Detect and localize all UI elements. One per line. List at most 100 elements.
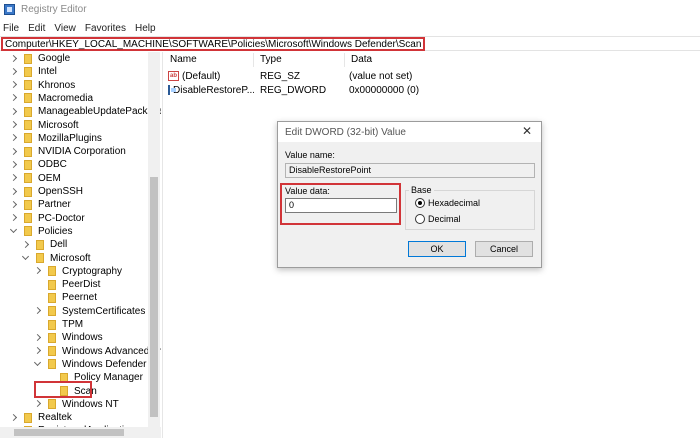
tree-item[interactable]: TPM	[34, 318, 83, 331]
tree-item[interactable]: Microsoft	[22, 252, 91, 265]
tree-item[interactable]: OEM	[10, 172, 61, 185]
folder-icon	[24, 199, 32, 210]
menu-file[interactable]: File	[3, 23, 19, 34]
tree-item[interactable]: Windows Advanced Th	[34, 345, 161, 358]
folder-icon	[24, 120, 32, 130]
ok-button[interactable]: OK	[408, 241, 466, 257]
folder-icon	[24, 213, 32, 224]
column-header-name[interactable]: Name	[164, 53, 254, 67]
tree-item[interactable]: Windows Defender	[34, 358, 146, 371]
chevron-right-icon[interactable]	[10, 414, 18, 422]
chevron-down-icon[interactable]	[10, 227, 18, 235]
value-row[interactable]: ab (Default) REG_SZ (value not set)	[164, 69, 545, 83]
hexadecimal-radio[interactable]: Hexadecimal	[415, 198, 480, 208]
chevron-right-icon[interactable]	[34, 267, 42, 275]
tree-item[interactable]: Peernet	[34, 291, 97, 304]
menu-edit[interactable]: Edit	[28, 23, 45, 34]
tree-item[interactable]: MozillaPlugins	[10, 132, 102, 145]
chevron-right-icon[interactable]	[34, 334, 42, 342]
value-type: REG_SZ	[260, 70, 301, 82]
tree-item[interactable]: Cryptography	[34, 265, 122, 278]
tree-item[interactable]: SystemCertificates	[34, 305, 145, 318]
folder-icon	[24, 186, 32, 197]
tree-item[interactable]: Realtek	[10, 411, 72, 424]
tree-item-label: Dell	[50, 239, 68, 251]
decimal-label: Decimal	[428, 214, 461, 224]
chevron-right-icon[interactable]	[22, 241, 30, 249]
tree-item[interactable]: OpenSSH	[10, 185, 83, 198]
chevron-right-icon[interactable]	[10, 81, 18, 89]
tree-item-label: Macromedia	[38, 92, 94, 104]
chevron-right-icon[interactable]	[10, 161, 18, 169]
tree-item[interactable]: Policies	[10, 225, 72, 238]
tree-item[interactable]: Partner	[10, 198, 71, 211]
tree-item[interactable]: Windows	[34, 331, 103, 344]
tree-item[interactable]: Microsoft	[10, 119, 79, 132]
chevron-right-icon[interactable]	[10, 134, 18, 142]
tree-item[interactable]: ODBC	[10, 158, 67, 171]
tree-item-label: SystemCertificates	[62, 305, 146, 317]
decimal-radio[interactable]: Decimal	[415, 214, 461, 224]
tree-item[interactable]: PeerDist	[34, 278, 100, 291]
chevron-right-icon[interactable]	[10, 214, 18, 222]
tree-item[interactable]: Dell	[22, 238, 67, 251]
chevron-right-icon[interactable]	[34, 347, 42, 355]
chevron-down-icon[interactable]	[22, 254, 30, 262]
menu-help[interactable]: Help	[135, 23, 156, 34]
tree-item[interactable]: PC-Doctor	[10, 212, 85, 225]
folder-icon	[36, 253, 44, 263]
chevron-right-icon[interactable]	[34, 400, 42, 408]
tree-item-label: PeerDist	[62, 279, 101, 291]
binary-value-icon	[168, 85, 176, 95]
chevron-right-icon[interactable]	[10, 188, 18, 196]
tree-horizontal-scroll-thumb[interactable]	[14, 429, 124, 436]
radio-selected-icon[interactable]	[415, 198, 425, 208]
no-expander	[34, 294, 42, 302]
cancel-button[interactable]: Cancel	[475, 241, 533, 257]
chevron-right-icon[interactable]	[10, 94, 18, 102]
chevron-right-icon[interactable]	[10, 55, 18, 63]
chevron-right-icon[interactable]	[10, 201, 18, 209]
tree-item-label: Cryptography	[62, 265, 123, 277]
tree-item[interactable]: NVIDIA Corporation	[10, 145, 126, 158]
tree-item-label: Google	[38, 53, 71, 64]
tree-item[interactable]: Windows NT	[34, 398, 119, 411]
chevron-right-icon[interactable]	[10, 108, 18, 116]
values-list-header: Name Type Data	[164, 53, 700, 67]
tree-item[interactable]: Intel	[10, 65, 57, 78]
value-type: REG_DWORD	[260, 84, 327, 96]
menu-favorites[interactable]: Favorites	[85, 23, 126, 34]
tree-item-label: ODBC	[38, 159, 67, 171]
tree-item[interactable]: Macromedia	[10, 92, 93, 105]
tree-item-label: PC-Doctor	[38, 212, 85, 224]
address-path[interactable]: Computer\HKEY_LOCAL_MACHINE\SOFTWARE\Pol…	[1, 37, 426, 51]
folder-icon	[24, 412, 32, 423]
chevron-right-icon[interactable]	[10, 174, 18, 182]
value-data-input[interactable]: 0	[285, 198, 397, 213]
tree-vertical-scrollbar[interactable]	[148, 52, 160, 427]
column-header-type[interactable]: Type	[254, 53, 345, 67]
no-expander	[34, 281, 42, 289]
tree-horizontal-scrollbar[interactable]	[0, 427, 161, 438]
menu-view[interactable]: View	[54, 23, 76, 34]
chevron-right-icon[interactable]	[10, 121, 18, 129]
chevron-right-icon[interactable]	[10, 68, 18, 76]
chevron-right-icon[interactable]	[10, 148, 18, 156]
tree-item-label: OEM	[38, 172, 61, 184]
close-icon[interactable]: ✕	[521, 125, 533, 137]
tree-item[interactable]: Khronos	[10, 79, 75, 92]
folder-icon	[36, 239, 44, 250]
tree-item[interactable]: Google	[10, 52, 70, 65]
tree-item[interactable]: ManageableUpdatePackage	[10, 105, 161, 118]
tree-vertical-scroll-thumb[interactable]	[150, 177, 158, 417]
address-bar: Computer\HKEY_LOCAL_MACHINE\SOFTWARE\Pol…	[0, 36, 700, 51]
chevron-down-icon[interactable]	[34, 360, 42, 368]
title-bar: Registry Editor	[0, 0, 700, 19]
folder-icon	[24, 133, 32, 144]
value-row[interactable]: DisableRestoreP... REG_DWORD 0x00000000 …	[164, 83, 545, 97]
chevron-right-icon[interactable]	[34, 307, 42, 315]
tree-item-label: NVIDIA Corporation	[38, 146, 126, 158]
column-header-data[interactable]: Data	[345, 53, 545, 67]
pane-splitter[interactable]	[162, 52, 163, 438]
radio-unselected-icon[interactable]	[415, 214, 425, 224]
